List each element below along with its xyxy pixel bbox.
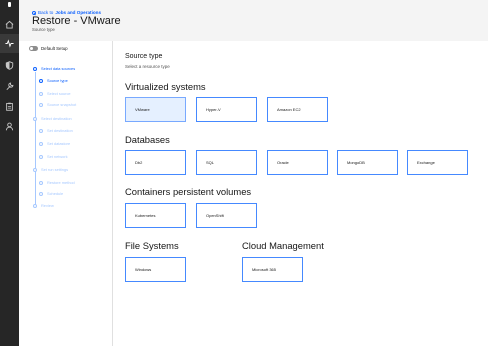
user-icon bbox=[5, 122, 14, 131]
nav-item-account[interactable] bbox=[0, 117, 19, 136]
tile-db2[interactable]: Db2 bbox=[125, 150, 186, 175]
tile-sql[interactable]: SQL bbox=[196, 150, 257, 175]
default-setup-label: Default Setup bbox=[41, 46, 68, 51]
step-source-type[interactable]: Source type bbox=[39, 78, 68, 83]
step-set-datastore[interactable]: Set datastore bbox=[39, 141, 70, 146]
tile-exchange[interactable]: Exchange bbox=[407, 150, 468, 175]
step-label: Set destination bbox=[47, 128, 73, 133]
step-select-destination[interactable]: Select destination bbox=[33, 116, 72, 121]
tile-vmware[interactable]: VMware bbox=[125, 97, 186, 122]
step-status-icon bbox=[39, 191, 43, 196]
step-status-icon bbox=[33, 66, 37, 71]
step-set-run-settings[interactable]: Set run settings bbox=[33, 167, 68, 172]
step-review[interactable]: Review bbox=[33, 203, 54, 208]
step-set-network[interactable]: Set network bbox=[39, 154, 68, 159]
step-status-icon bbox=[33, 116, 37, 121]
page-header: Back to Jobs and Operations Restore - VM… bbox=[19, 0, 488, 41]
tile-oracle[interactable]: Oracle bbox=[267, 150, 328, 175]
step-label: Select data sources bbox=[41, 66, 76, 71]
step-label: Source snapshot bbox=[47, 102, 77, 107]
section-heading: Source type bbox=[125, 53, 163, 60]
section-subheading: Select a resource type bbox=[125, 64, 170, 69]
group-title-cloud-management: Cloud Management bbox=[242, 240, 324, 251]
arrow-left-icon bbox=[32, 10, 36, 15]
step-label: Select source bbox=[47, 91, 71, 96]
group-title-virtualized: Virtualized systems bbox=[125, 81, 206, 92]
group-title-file-systems: File Systems bbox=[125, 240, 179, 251]
group-title-containers: Containers persistent volumes bbox=[125, 186, 252, 197]
nav-item-dashboard[interactable] bbox=[0, 15, 19, 34]
step-schedule[interactable]: Schedule bbox=[39, 191, 63, 196]
step-status-icon bbox=[39, 102, 43, 107]
tile-microsoft-365[interactable]: Microsoft 365 bbox=[242, 257, 303, 282]
page-title: Restore - VMware bbox=[32, 15, 121, 27]
step-status-icon bbox=[39, 180, 43, 185]
step-select-source[interactable]: Select source bbox=[39, 91, 71, 96]
step-select-data-sources[interactable]: Select data sources bbox=[33, 66, 75, 71]
tile-windows[interactable]: Windows bbox=[125, 257, 186, 282]
step-label: Set datastore bbox=[47, 141, 71, 146]
group-title-databases: Databases bbox=[125, 134, 170, 145]
shield-icon bbox=[5, 61, 14, 70]
step-status-icon bbox=[39, 128, 43, 133]
step-status-icon bbox=[33, 203, 37, 208]
step-label: Schedule bbox=[47, 191, 64, 196]
step-label: Restore method bbox=[47, 180, 75, 185]
tile-mongodb[interactable]: MongoDB bbox=[337, 150, 398, 175]
nav-item-monitoring[interactable] bbox=[0, 34, 19, 53]
step-status-icon bbox=[39, 154, 43, 159]
step-label: Set run settings bbox=[41, 167, 69, 172]
step-label: Set network bbox=[47, 154, 68, 159]
tile-openshift[interactable]: OpenShift bbox=[196, 203, 257, 228]
page-subtitle: Source type bbox=[32, 27, 55, 32]
activity-icon bbox=[5, 39, 14, 48]
step-restore-method[interactable]: Restore method bbox=[39, 180, 75, 185]
default-setup-toggle[interactable] bbox=[29, 46, 38, 51]
tile-kubernetes[interactable]: Kubernetes bbox=[125, 203, 186, 228]
left-nav-rail bbox=[0, 0, 19, 346]
step-status-icon bbox=[39, 91, 43, 96]
step-label: Review bbox=[41, 203, 54, 208]
home-icon bbox=[5, 20, 14, 29]
progress-indicator-pane: Default Setup Select data sources Source… bbox=[19, 41, 113, 346]
clipboard-icon bbox=[6, 102, 13, 111]
step-label: Select destination bbox=[41, 116, 72, 121]
step-source-snapshot[interactable]: Source snapshot bbox=[39, 102, 76, 107]
wrench-icon bbox=[6, 82, 14, 90]
step-status-icon bbox=[39, 141, 43, 146]
main-content: Source type Select a resource type Virtu… bbox=[114, 41, 488, 346]
tile-amazon-ec2[interactable]: Amazon EC2 bbox=[267, 97, 328, 122]
tile-hyper-v[interactable]: Hyper-V bbox=[196, 97, 257, 122]
app-logo-mark bbox=[8, 2, 11, 7]
step-set-destination[interactable]: Set destination bbox=[39, 128, 73, 133]
step-status-icon bbox=[33, 167, 37, 172]
step-status-icon bbox=[39, 78, 43, 83]
nav-item-protection[interactable] bbox=[0, 56, 19, 75]
nav-item-reports[interactable] bbox=[0, 97, 19, 116]
step-label: Source type bbox=[47, 78, 68, 83]
progress-connector-line bbox=[34, 72, 36, 206]
nav-item-configure[interactable] bbox=[0, 77, 19, 96]
